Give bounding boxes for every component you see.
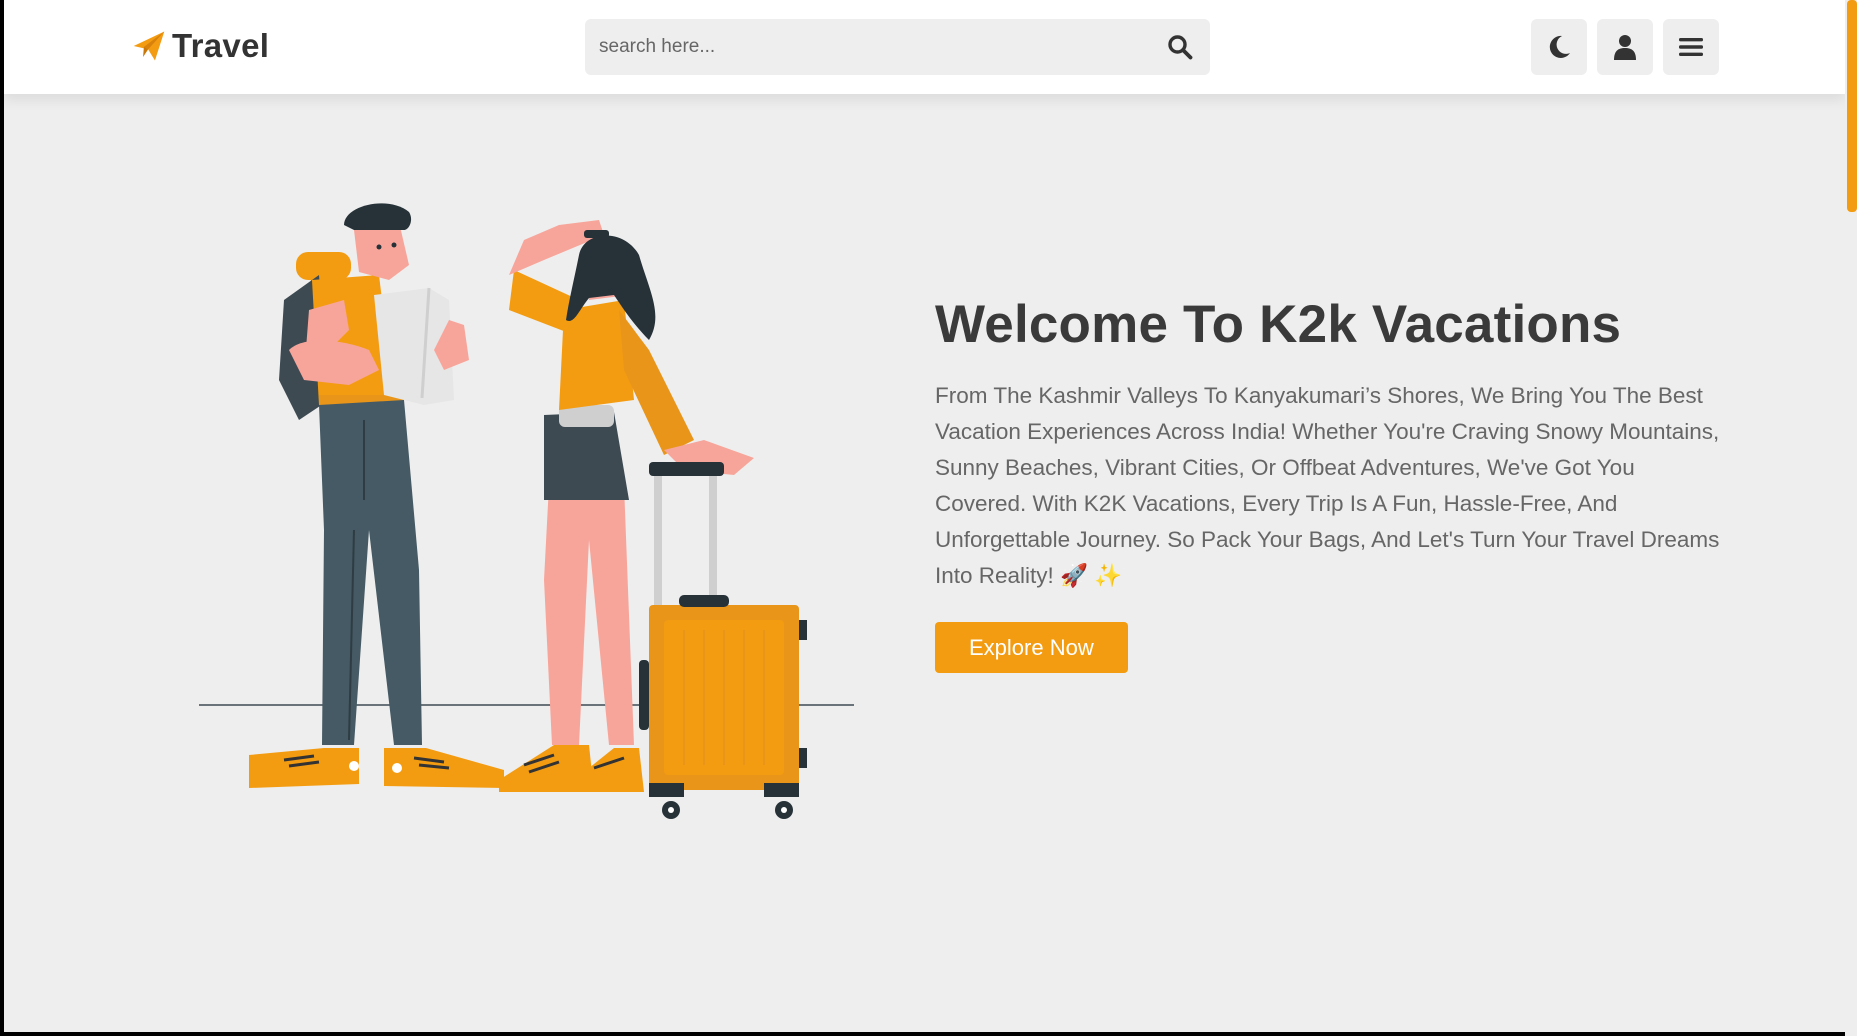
menu-button[interactable] bbox=[1663, 19, 1719, 75]
page-scrollbar[interactable] bbox=[1845, 0, 1857, 1036]
moon-icon bbox=[1549, 35, 1570, 58]
logo-text: Travel bbox=[172, 27, 270, 64]
hero-title: Welcome To K2k Vacations bbox=[935, 295, 1622, 354]
menu-icon bbox=[1679, 38, 1703, 56]
scrollbar-thumb[interactable] bbox=[1847, 0, 1857, 212]
search-button[interactable] bbox=[1150, 19, 1210, 75]
theme-toggle-button[interactable] bbox=[1531, 19, 1587, 75]
hero-content: Welcome To K2k Vacations From The Kashmi… bbox=[935, 290, 1725, 673]
site-header: Travel bbox=[4, 0, 1845, 94]
paper-plane-icon bbox=[133, 31, 165, 61]
page-viewport: Travel search here... Welcome To K2k Vac… bbox=[4, 0, 1845, 1032]
explore-now-button[interactable]: Explore Now bbox=[935, 622, 1128, 673]
logo-link[interactable]: Travel bbox=[132, 26, 269, 66]
user-button[interactable] bbox=[1597, 19, 1653, 75]
search-icon bbox=[1168, 35, 1193, 60]
hero-description: From The Kashmir Valleys To Kanyakumari’… bbox=[935, 383, 1720, 588]
travelers-illustration bbox=[199, 203, 854, 819]
user-icon bbox=[1614, 35, 1636, 60]
search-input[interactable] bbox=[585, 18, 1150, 76]
search-form bbox=[585, 18, 1210, 76]
